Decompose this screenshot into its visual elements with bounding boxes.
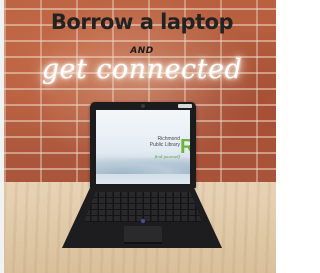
neon-sign-text: get connected [41,54,243,85]
library-name-line2: Public Library [149,142,180,148]
headline-text: Borrow a laptop [50,10,234,34]
keyboard-rows [84,192,202,222]
webcam-icon [141,104,145,108]
promo-graphic: Borrow a laptop AND get connected Richmo… [0,0,276,273]
asset-sticker [178,104,192,108]
library-tagline: find yourself [154,154,180,159]
laptop-touchpad [124,226,162,244]
laptop-screen: Richmond Public Library find yourself R [96,110,190,184]
library-name: Richmond Public Library [140,136,180,148]
trackpoint-icon [141,219,145,223]
library-logo-icon: R [180,136,190,158]
laptop-lid: Richmond Public Library find yourself R [90,102,196,188]
